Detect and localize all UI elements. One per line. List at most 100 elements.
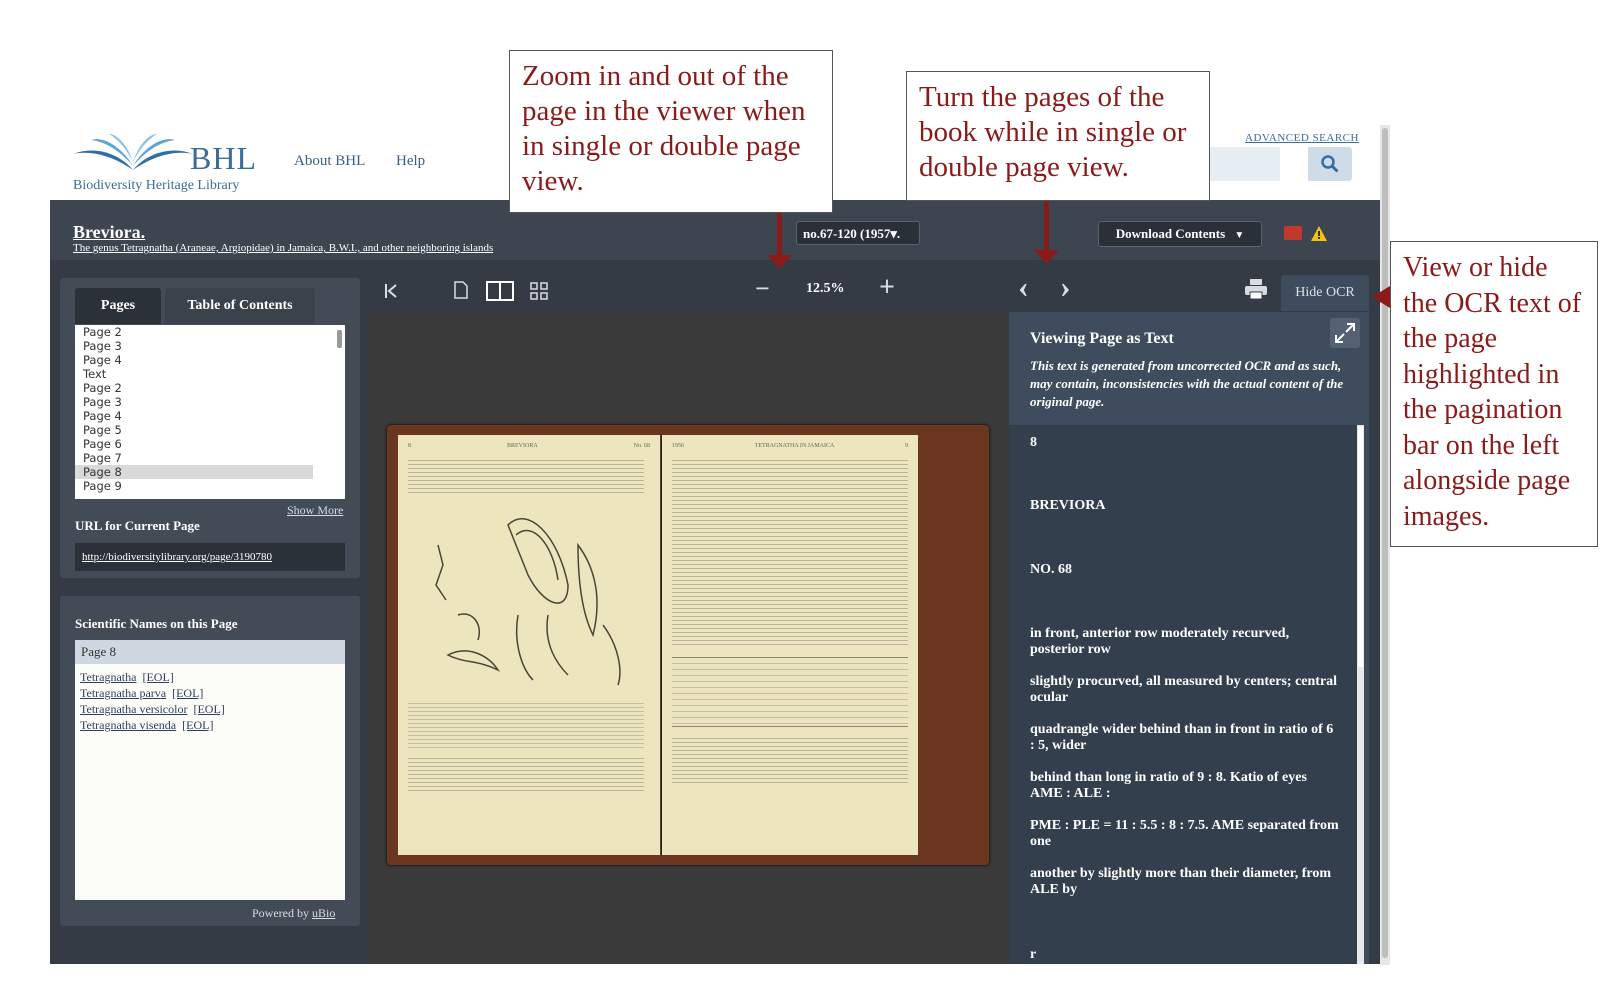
- zoom-out-button[interactable]: −: [755, 274, 770, 304]
- search-button[interactable]: [1308, 147, 1352, 181]
- warning-icon[interactable]: [1310, 225, 1328, 242]
- book-subtitle[interactable]: The genus Tetragnatha (Araneae, Argiopid…: [73, 242, 493, 254]
- sci-name-row[interactable]: Tetragnatha versicolor [EOL]: [80, 702, 225, 717]
- sci-name[interactable]: Tetragnatha parva: [80, 686, 166, 700]
- eol-link[interactable]: [EOL]: [182, 718, 213, 732]
- page-number: 8: [408, 443, 411, 449]
- ocr-heading: Viewing Page as Text: [1030, 330, 1174, 347]
- arrow-left-icon: [1372, 286, 1390, 308]
- ocr-line: behind than long in ratio of 9 : 8. Kati…: [1030, 770, 1307, 801]
- sci-name[interactable]: Tetragnatha: [80, 670, 136, 684]
- callout-turn-pages: Turn the pages of the book while in sing…: [906, 71, 1210, 201]
- measurement-table: [672, 657, 908, 727]
- tab-table-of-contents[interactable]: Table of Contents: [165, 288, 315, 324]
- sci-name[interactable]: Tetragnatha visenda: [80, 718, 176, 732]
- page-text-block: [408, 700, 644, 748]
- nav-about[interactable]: About BHL: [294, 153, 365, 170]
- hide-ocr-button[interactable]: Hide OCR: [1281, 275, 1369, 311]
- ocr-line: quadrangle wider behind than in front in…: [1030, 722, 1334, 753]
- page-text-block: [672, 735, 908, 783]
- sci-name-row[interactable]: Tetragnatha parva [EOL]: [80, 686, 203, 701]
- open-book-icon: [73, 134, 193, 170]
- spider-illustration: [435, 518, 621, 686]
- powered-by: Powered by uBio: [252, 906, 335, 921]
- grid-view-icon[interactable]: [530, 282, 548, 300]
- ocr-line: NO. 68: [1030, 562, 1072, 577]
- book-title[interactable]: Breviora.: [73, 222, 145, 243]
- page-list-item[interactable]: Page 2: [75, 381, 313, 395]
- logo-subtitle: Biodiversity Heritage Library: [73, 178, 240, 193]
- eol-link[interactable]: [EOL]: [142, 670, 173, 684]
- volume-select[interactable]: no.67-120 (1957▾.: [796, 221, 920, 245]
- callout-ocr: View or hide the OCR text of the page hi…: [1390, 241, 1598, 547]
- left-page-image[interactable]: 8 BREVIORA No. 68: [398, 435, 660, 855]
- ocr-line: PME : PLE = 11 : 5.5 : 8 : 7.5. AME sepa…: [1030, 818, 1339, 849]
- scientific-names-page: Page 8: [75, 640, 345, 664]
- first-page-icon[interactable]: [384, 283, 398, 299]
- search-icon: [1321, 155, 1339, 173]
- double-page-icon[interactable]: [486, 281, 514, 301]
- arrow-down-icon: [1034, 250, 1059, 264]
- next-page-button[interactable]: ›: [1060, 268, 1071, 305]
- ocr-scrollbar-thumb[interactable]: [1358, 427, 1363, 667]
- mendeley-icon[interactable]: [1284, 226, 1302, 240]
- zoom-level: 12.5%: [806, 281, 845, 296]
- ubio-link[interactable]: uBio: [312, 906, 335, 920]
- page-list-item[interactable]: Page 9: [75, 479, 313, 493]
- page-list-item[interactable]: Text: [75, 367, 313, 381]
- running-head: TETRAGNATHA IN JAMAICA: [754, 443, 835, 449]
- page-text-block: [408, 755, 644, 791]
- right-page-image[interactable]: 1956 TETRAGNATHA IN JAMAICA 9: [661, 435, 918, 855]
- url-label: URL for Current Page: [75, 518, 200, 533]
- scientific-names-heading: Scientific Names on this Page: [75, 616, 238, 631]
- show-more-link[interactable]: Show More: [287, 503, 343, 518]
- page-list-item[interactable]: Page 3: [75, 339, 313, 353]
- sci-name-row[interactable]: Tetragnatha [EOL]: [80, 670, 174, 685]
- sci-name[interactable]: Tetragnatha versicolor: [80, 702, 187, 716]
- page-list-item[interactable]: Page 4: [75, 409, 313, 423]
- page-list-item[interactable]: Page 5: [75, 423, 313, 437]
- page-list-item[interactable]: Page 4: [75, 353, 313, 367]
- chevron-down-icon: ▼: [1234, 230, 1245, 241]
- viewer-toolbar: [369, 272, 1369, 312]
- page-scrollbar-thumb[interactable]: [1382, 128, 1388, 958]
- logo-text: BHL: [190, 140, 257, 176]
- sci-name-row[interactable]: Tetragnatha visenda [EOL]: [80, 718, 213, 733]
- callout-zoom: Zoom in and out of the page in the viewe…: [509, 50, 833, 213]
- ocr-line: 8: [1030, 435, 1037, 450]
- eol-link[interactable]: [EOL]: [193, 702, 224, 716]
- ocr-disclaimer: This text is generated from uncorrected …: [1030, 358, 1344, 409]
- nav-help[interactable]: Help: [396, 153, 425, 170]
- print-icon[interactable]: [1244, 278, 1268, 300]
- download-label: Download Contents: [1115, 226, 1226, 241]
- pages-list-scrollbar[interactable]: [337, 330, 342, 348]
- page-year: 1956: [672, 443, 684, 449]
- download-contents-button[interactable]: Download Contents ▼: [1098, 221, 1262, 247]
- arrow-down-icon: [767, 255, 792, 269]
- running-head: BREVIORA: [506, 443, 538, 449]
- page-list-item[interactable]: Page 8: [75, 465, 313, 479]
- expand-icon[interactable]: [1330, 318, 1360, 348]
- pages-list[interactable]: Page 2 Page 3 Page 4 Text Page 2 Page 3 Page 4…: [75, 325, 345, 499]
- eol-link[interactable]: [EOL]: [172, 686, 203, 700]
- ocr-line: r: [1030, 947, 1037, 962]
- page-list-item[interactable]: Page 2: [75, 325, 313, 339]
- page-list-item[interactable]: Page 6: [75, 437, 313, 451]
- tab-pages[interactable]: Pages: [75, 288, 161, 324]
- advanced-search-link[interactable]: ADVANCED SEARCH: [1245, 132, 1359, 144]
- prev-page-button[interactable]: ‹: [1018, 268, 1029, 305]
- ocr-line: another by slightly more than their diam…: [1030, 866, 1331, 897]
- page-list-item[interactable]: Page 3: [75, 395, 313, 409]
- page-text-block: [672, 457, 908, 647]
- ocr-line: BREVIORA: [1030, 498, 1106, 513]
- page-number: 9: [904, 443, 908, 449]
- page-url-link[interactable]: http://biodiversitylibrary.org/page/3190…: [75, 543, 345, 571]
- single-page-icon[interactable]: [454, 281, 468, 299]
- page-list-item[interactable]: Page 7: [75, 451, 313, 465]
- page-text-block: [408, 457, 644, 495]
- callout-turn-arrow: [1044, 201, 1049, 255]
- zoom-in-button[interactable]: +: [879, 272, 895, 304]
- ocr-line: in front, anterior row moderately recurv…: [1030, 626, 1290, 657]
- ocr-line: slightly procurved, all measured by cent…: [1030, 674, 1338, 705]
- powered-prefix: Powered by: [252, 906, 309, 920]
